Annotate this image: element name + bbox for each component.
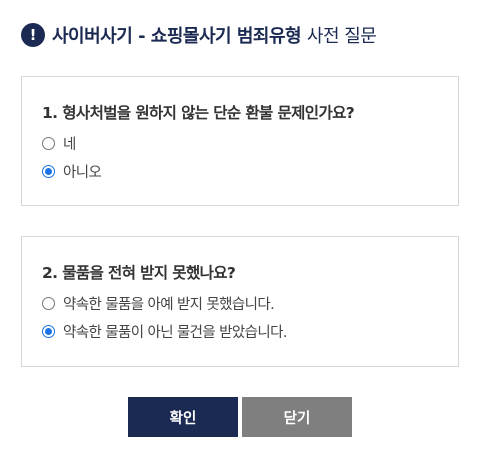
dialog-title-bold: 사이버사기 - 쇼핑몰사기 범죄유형 [52, 26, 302, 47]
confirm-button[interactable]: 확인 [128, 397, 238, 437]
question-2-option-not-received[interactable]: 약속한 물품을 아예 받지 못했습니다. [42, 293, 275, 314]
question-1-option-no[interactable]: 아니오 [42, 161, 102, 182]
question-1-title: 1. 형사처벌을 원하지 않는 단순 환불 문제인가요? [42, 104, 355, 122]
radio-button-unchecked[interactable] [42, 137, 55, 150]
question-2-title: 2. 물품을 전혀 받지 못했나요? [42, 264, 236, 282]
option-label: 네 [63, 137, 76, 153]
question-1-box: 1. 형사처벌을 원하지 않는 단순 환불 문제인가요? 네 아니오 [21, 76, 459, 206]
question-1-option-yes[interactable]: 네 [42, 133, 76, 154]
question-2-option-wrong-item[interactable]: 약속한 물품이 아닌 물건을 받았습니다. [42, 321, 287, 342]
radio-button-checked[interactable] [42, 165, 55, 178]
dialog-title-normal: 사전 질문 [306, 26, 377, 47]
radio-button-checked[interactable] [42, 325, 55, 338]
option-label: 약속한 물품을 아예 받지 못했습니다. [63, 297, 275, 313]
radio-button-unchecked[interactable] [42, 297, 55, 310]
question-2-box: 2. 물품을 전혀 받지 못했나요? 약속한 물품을 아예 받지 못했습니다. … [21, 236, 459, 367]
alert-icon: ! [21, 23, 45, 47]
option-label: 약속한 물품이 아닌 물건을 받았습니다. [63, 325, 287, 341]
dialog-header: ! 사이버사기 - 쇼핑몰사기 범죄유형 사전 질문 [21, 22, 377, 48]
dialog-title: 사이버사기 - 쇼핑몰사기 범죄유형 사전 질문 [52, 22, 377, 48]
close-button[interactable]: 닫기 [242, 397, 352, 437]
option-label: 아니오 [63, 165, 102, 181]
